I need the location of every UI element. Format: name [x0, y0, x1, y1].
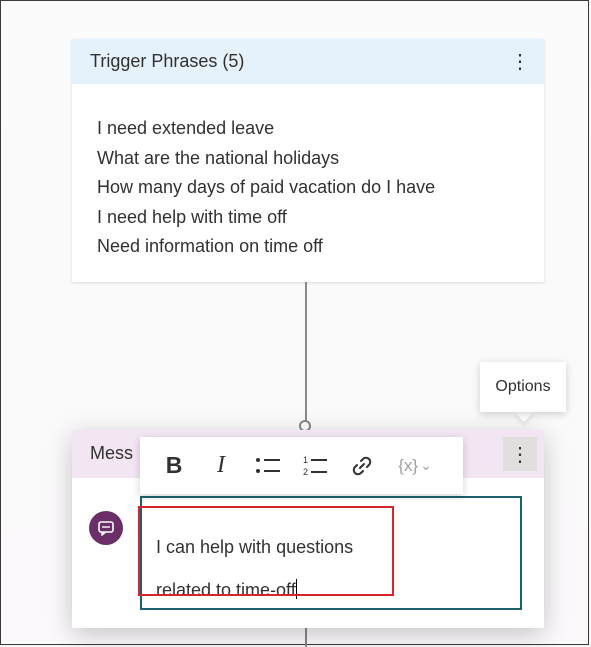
chevron-down-icon: ⌄	[420, 457, 432, 473]
trigger-phrase: What are the national holidays	[97, 147, 340, 168]
svg-text:2: 2	[303, 467, 308, 477]
flow-connector-line-bottom	[305, 628, 307, 647]
chat-bubble-icon	[89, 511, 123, 545]
options-tooltip-label: Options	[495, 378, 551, 395]
formatting-toolbar: B I 1 2 {x} ⌄	[140, 437, 463, 494]
trigger-phrases-card[interactable]: Trigger Phrases (5) ⋮ I need extended le…	[72, 39, 544, 282]
editor-line-last: related to time-off	[156, 569, 386, 612]
variable-label: {x}	[398, 455, 419, 475]
message-text-editor[interactable]: I can help with questions related to tim…	[140, 496, 522, 610]
trigger-phrases-title: Trigger Phrases (5)	[90, 51, 245, 71]
bold-button[interactable]: B	[154, 446, 194, 486]
options-tooltip: Options	[480, 362, 566, 412]
numbered-list-icon[interactable]: 1 2	[295, 446, 335, 486]
editor-line-text: related to time-off	[156, 580, 296, 600]
message-options-button[interactable]: ⋮	[503, 437, 537, 471]
trigger-options-icon[interactable]: ⋮	[510, 52, 530, 72]
message-node-title: Mess	[90, 443, 134, 463]
link-icon[interactable]	[342, 446, 382, 486]
text-caret	[295, 579, 297, 599]
insert-variable-button[interactable]: {x} ⌄	[389, 446, 441, 486]
trigger-phrase: Need information on time off	[97, 236, 323, 256]
editor-content[interactable]: I can help with questions related to tim…	[156, 526, 386, 612]
flow-connector-line	[305, 282, 307, 430]
bullet-list-icon[interactable]	[248, 446, 288, 486]
editor-line: I can help with questions	[156, 537, 354, 557]
trigger-phrase: How many days of paid vacation do I have	[97, 177, 436, 197]
trigger-phrase-list: I need extended leave What are the natio…	[72, 84, 544, 262]
trigger-phrase: I need extended leave	[97, 118, 275, 138]
italic-button[interactable]: I	[201, 446, 241, 486]
svg-text:1: 1	[303, 455, 308, 465]
trigger-phrases-header: Trigger Phrases (5) ⋮	[72, 39, 544, 84]
trigger-phrase: I need help with time off	[97, 206, 287, 227]
